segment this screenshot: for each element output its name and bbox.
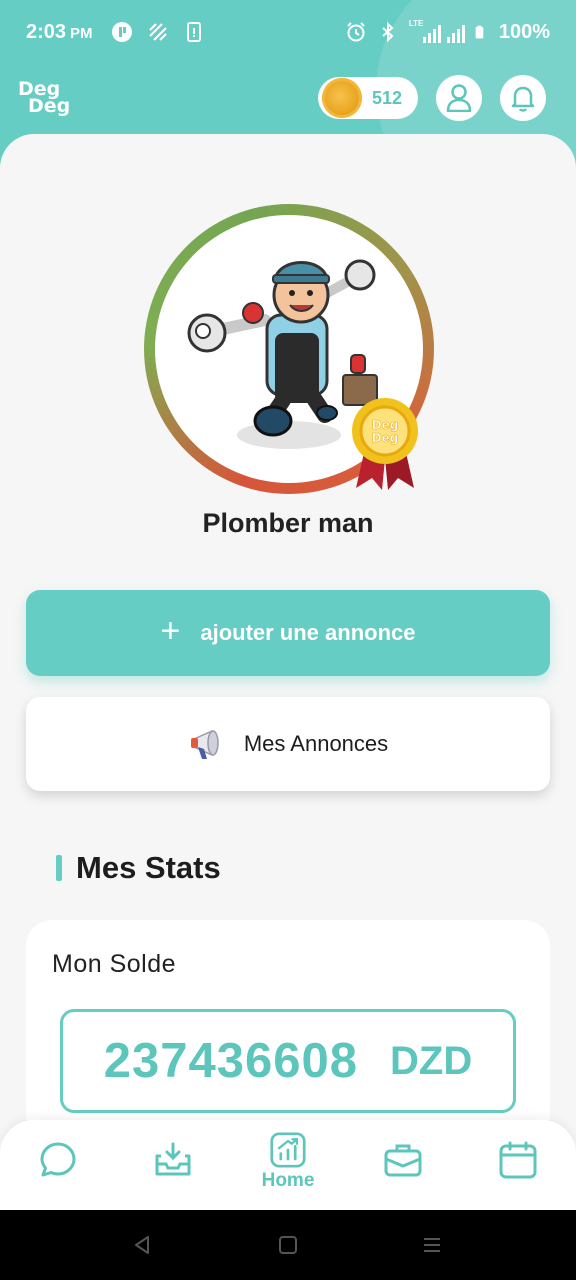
app-logo: Deg Deg bbox=[18, 78, 71, 117]
svg-text:Deg: Deg bbox=[372, 431, 399, 445]
calendar-icon bbox=[499, 1141, 537, 1179]
nav-calendar[interactable] bbox=[488, 1140, 548, 1200]
user-icon bbox=[446, 84, 472, 112]
back-icon[interactable] bbox=[132, 1235, 152, 1255]
balance-card: Mon Solde 237436608 DZD bbox=[26, 920, 550, 1140]
balance-label: Mon Solde bbox=[52, 950, 177, 978]
bottom-navigation: Home bbox=[0, 1120, 576, 1210]
plus-icon: + bbox=[160, 612, 181, 650]
megaphone-icon bbox=[190, 729, 219, 759]
profile-button[interactable] bbox=[436, 75, 482, 121]
balance-amount: 237436608 bbox=[103, 1034, 359, 1088]
battery-level: 100% bbox=[498, 20, 550, 43]
main-content: Deg Deg Plomber man + ajouter une annonc… bbox=[0, 134, 576, 1224]
chart-icon bbox=[270, 1132, 306, 1168]
phone-notification-icon bbox=[186, 22, 201, 42]
nav-home[interactable]: Home bbox=[258, 1132, 318, 1192]
signal-icon: LTE bbox=[409, 19, 465, 43]
badge-text: Deg bbox=[372, 418, 399, 432]
bell-icon bbox=[511, 86, 535, 112]
coin-balance-button[interactable]: 512 bbox=[318, 77, 418, 119]
status-bar: 2:03 PM LTE 100% bbox=[0, 0, 576, 64]
nav-jobs[interactable] bbox=[373, 1140, 433, 1200]
my-listings-button[interactable]: Mes Annonces bbox=[26, 697, 550, 791]
nav-home-label: Home bbox=[261, 1170, 315, 1191]
app-header: Deg Deg 512 bbox=[0, 70, 576, 126]
bluetooth-icon bbox=[382, 21, 394, 43]
add-listing-label: ajouter une annonce bbox=[200, 620, 416, 645]
sync-off-icon bbox=[148, 23, 167, 41]
coin-icon bbox=[322, 78, 362, 118]
my-listings-label: Mes Annonces bbox=[243, 731, 389, 756]
messenger-icon bbox=[111, 22, 132, 42]
battery-icon bbox=[475, 25, 484, 39]
nav-inbox[interactable] bbox=[143, 1140, 203, 1200]
alarm-icon bbox=[347, 22, 365, 42]
status-time: 2:03 PM bbox=[26, 20, 93, 43]
profile-name: Plomber man bbox=[202, 508, 374, 538]
chat-icon bbox=[40, 1142, 76, 1177]
add-listing-button[interactable]: + ajouter une annonce bbox=[26, 590, 550, 676]
notifications-button[interactable] bbox=[500, 75, 546, 121]
system-navigation-bar bbox=[0, 1210, 576, 1280]
balance-currency: DZD bbox=[390, 1038, 473, 1083]
balance-box: 237436608 DZD bbox=[60, 1009, 516, 1113]
inbox-download-icon bbox=[155, 1142, 191, 1176]
recents-icon[interactable] bbox=[422, 1235, 442, 1255]
home-nav-icon[interactable] bbox=[278, 1235, 298, 1255]
briefcase-icon bbox=[384, 1144, 422, 1177]
stats-section-title: Mes Stats bbox=[56, 850, 221, 886]
nav-chat[interactable] bbox=[28, 1140, 88, 1200]
coin-count: 512 bbox=[372, 87, 403, 108]
verified-badge-icon: Deg Deg bbox=[352, 398, 418, 490]
